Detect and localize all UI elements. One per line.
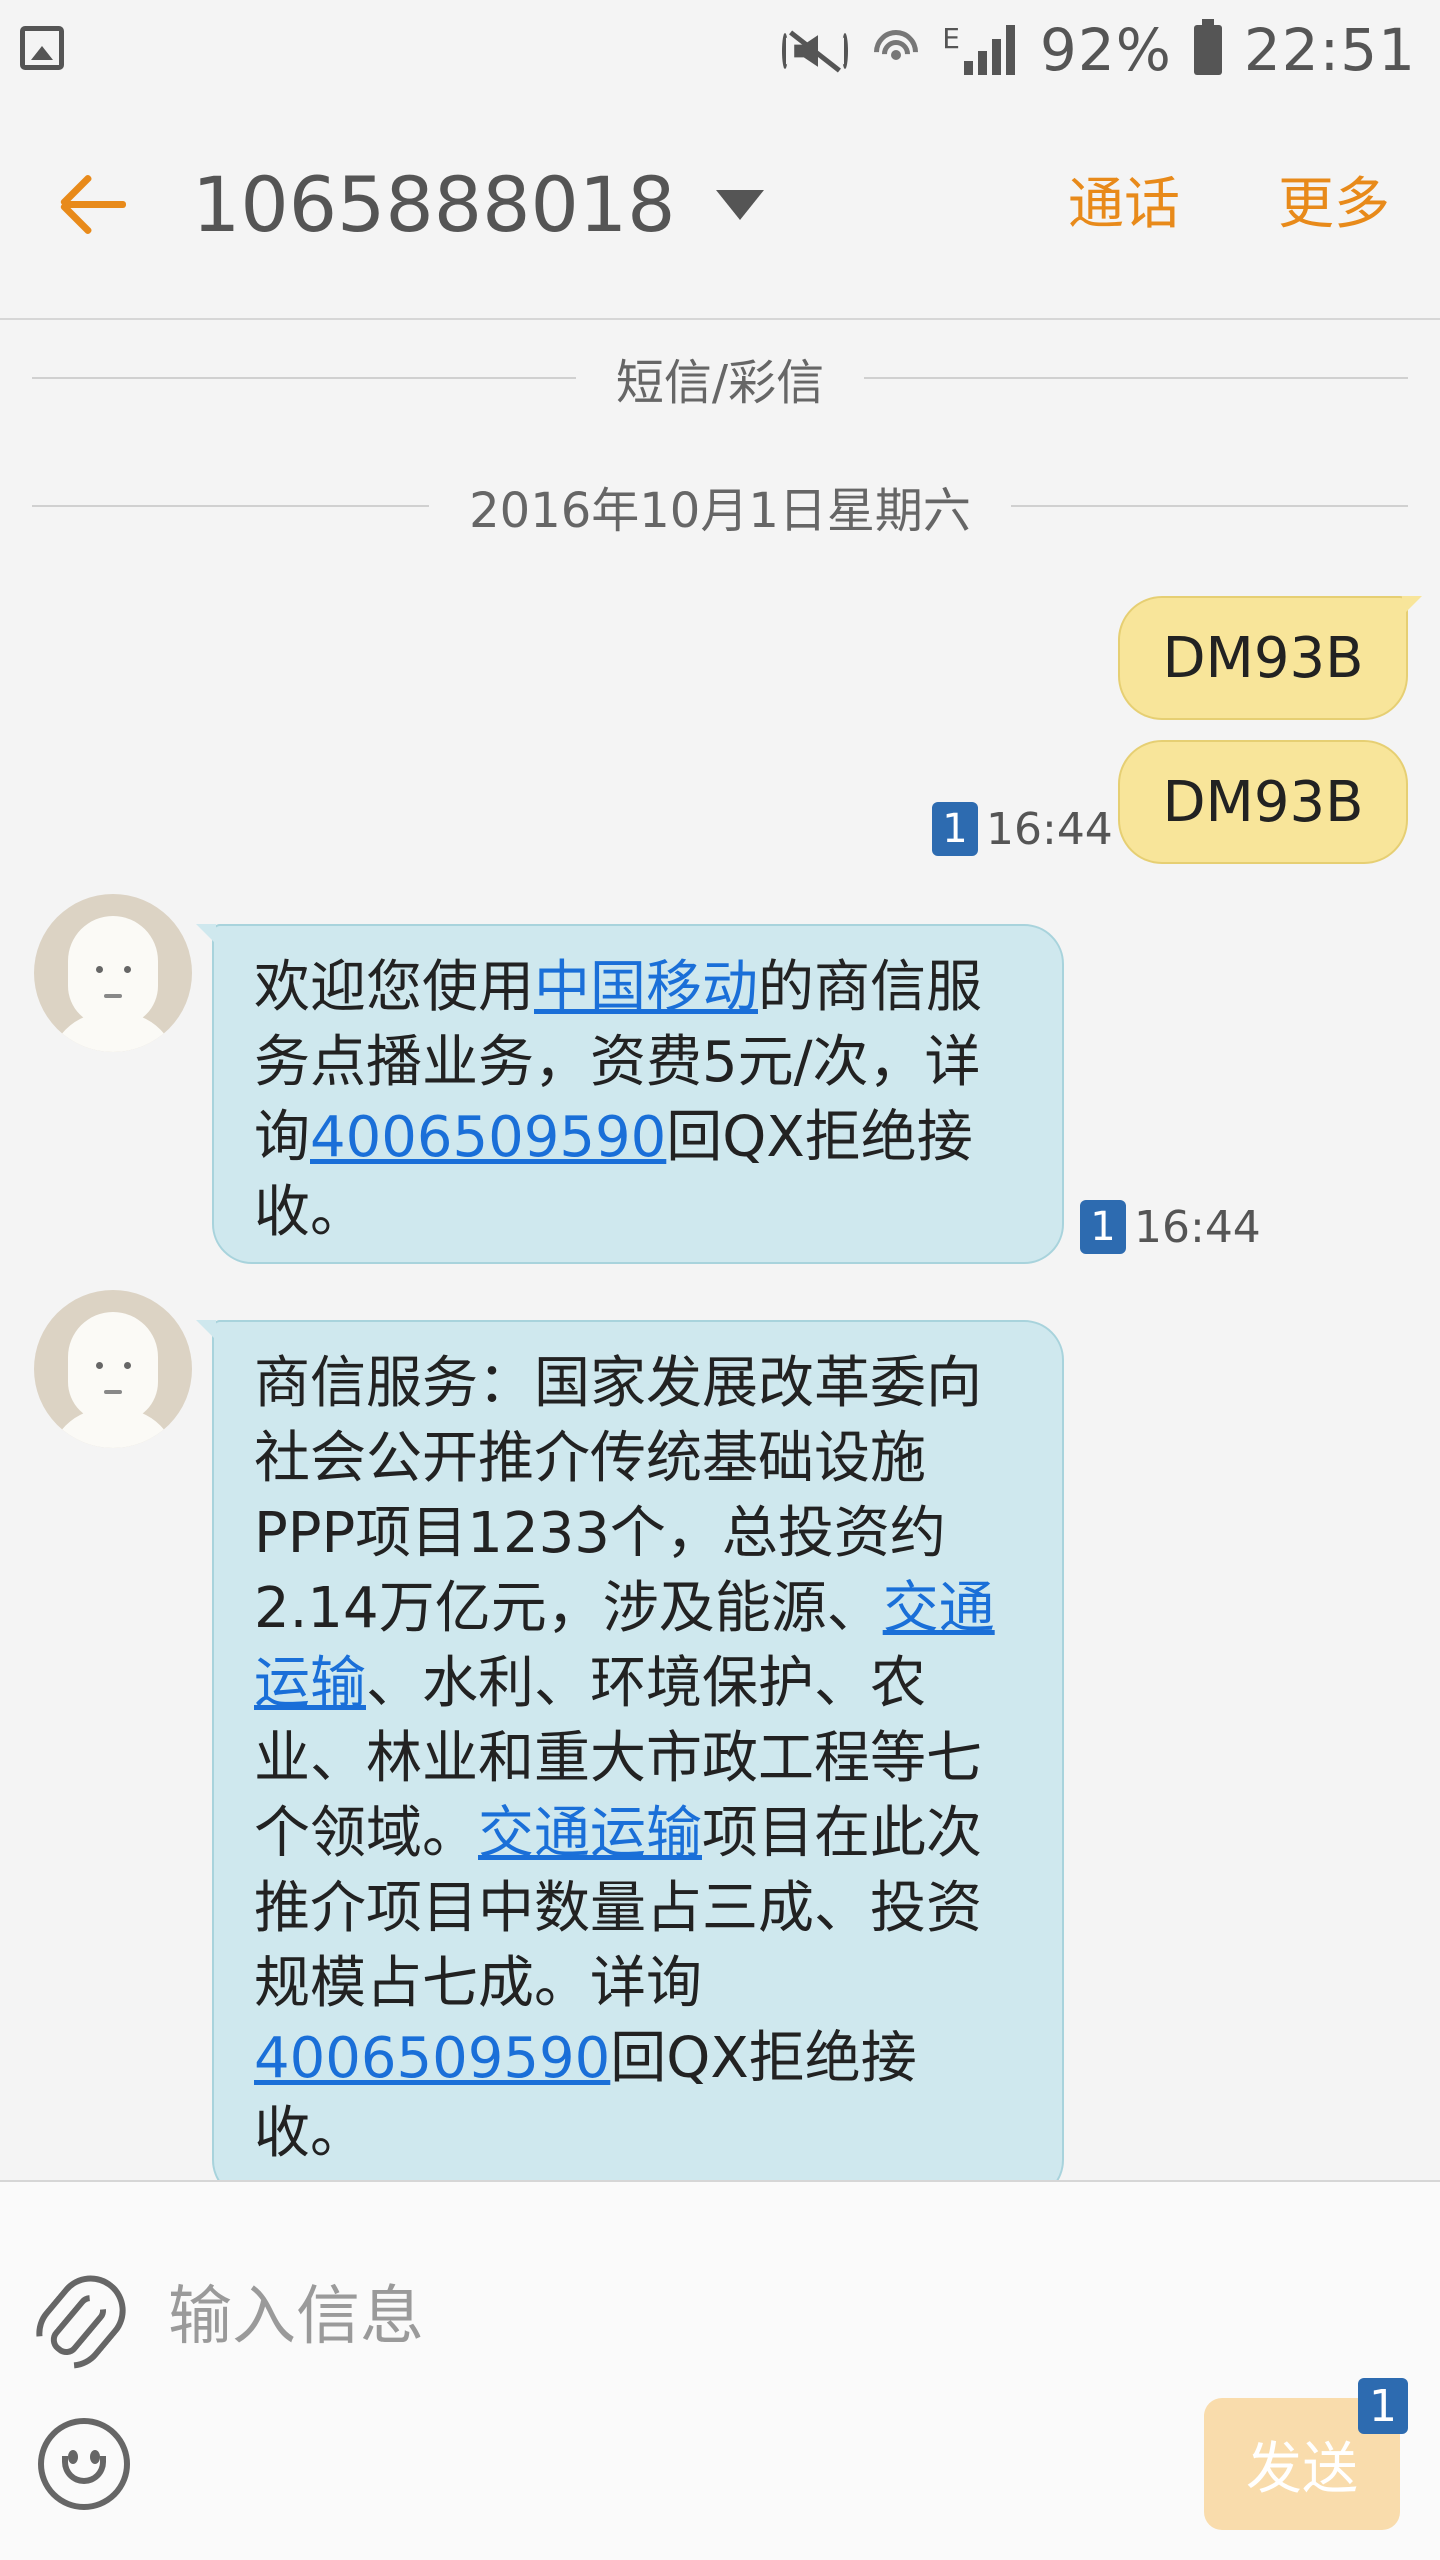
message-link[interactable]: 中国移动 — [534, 955, 758, 1020]
emoji-icon[interactable] — [38, 2418, 130, 2510]
battery-percent: 92% — [1039, 16, 1172, 84]
date-divider: 2016年10月1日星期六 — [32, 476, 1408, 539]
message-time: 16:44 — [986, 803, 1113, 855]
message-list[interactable]: 短信/彩信 2016年10月1日星期六 DM93B DM93B 1 16:44 … — [0, 322, 1440, 2180]
vibrate-mute-icon — [780, 25, 850, 75]
outgoing-message-text: DM93B — [1162, 769, 1364, 835]
channel-divider-label: 短信/彩信 — [615, 355, 825, 411]
contact-number: 1065888018 — [192, 160, 676, 249]
sender-avatar[interactable] — [34, 894, 192, 1052]
status-bar: E 92% 22:51 — [0, 0, 1440, 100]
signal-icon — [963, 25, 1018, 75]
message-text-segment: 欢迎您使用 — [254, 955, 534, 1020]
incoming-message-text: 商信服务：国家发展改革委向社会公开推介传统基础设施PPP项目1233个，总投资约… — [254, 1351, 995, 2166]
message-text-segment: 商信服务：国家发展改革委向社会公开推介传统基础设施PPP项目1233个，总投资约… — [254, 1351, 982, 1641]
sim-badge: 1 — [932, 802, 978, 856]
more-button[interactable]: 更多 — [1278, 160, 1390, 250]
outgoing-message-meta: 1 16:44 — [932, 802, 1113, 856]
message-link[interactable]: 4006509590 — [310, 1105, 666, 1170]
incoming-message-text: 欢迎您使用中国移动的商信服务点播业务，资费5元/次，详询4006509590回Q… — [254, 955, 982, 1245]
channel-divider: 短信/彩信 — [32, 348, 1408, 411]
battery-icon — [1193, 19, 1222, 75]
sender-avatar[interactable] — [34, 1290, 192, 1448]
clock: 22:51 — [1243, 16, 1416, 84]
incoming-message-meta: 1 16:44 — [1080, 1200, 1261, 1254]
message-input[interactable] — [168, 2262, 1168, 2372]
call-button[interactable]: 通话 — [1068, 160, 1180, 250]
back-arrow-icon — [64, 201, 126, 208]
dropdown-icon — [715, 190, 764, 220]
contact-selector[interactable]: 1065888018 — [192, 160, 764, 250]
outgoing-message-text: DM93B — [1162, 625, 1364, 691]
back-button[interactable] — [50, 160, 140, 250]
incoming-message[interactable]: 欢迎您使用中国移动的商信服务点播业务，资费5元/次，详询4006509590回Q… — [196, 924, 1064, 1264]
message-link[interactable]: 交通运输 — [478, 1801, 702, 1866]
network-type-label: E — [942, 22, 960, 55]
wifi-icon — [872, 26, 921, 74]
conversation-header: 1065888018 通话 更多 — [0, 100, 1440, 320]
sim-badge: 1 — [1358, 2378, 1408, 2434]
message-time: 16:44 — [1134, 1201, 1261, 1253]
gallery-notification-icon — [20, 26, 64, 70]
attach-icon[interactable] — [22, 2261, 140, 2383]
date-divider-label: 2016年10月1日星期六 — [469, 483, 971, 539]
incoming-message[interactable]: 商信服务：国家发展改革委向社会公开推介传统基础设施PPP项目1233个，总投资约… — [196, 1320, 1064, 2180]
outgoing-message[interactable]: DM93B — [1118, 596, 1422, 720]
status-icons: E 92% 22:51 — [780, 10, 1416, 90]
sim-badge: 1 — [1080, 1200, 1126, 1254]
message-composer: 发送 1 — [0, 2180, 1440, 2560]
message-link[interactable]: 4006509590 — [254, 2026, 610, 2091]
outgoing-message[interactable]: DM93B — [1118, 740, 1408, 864]
